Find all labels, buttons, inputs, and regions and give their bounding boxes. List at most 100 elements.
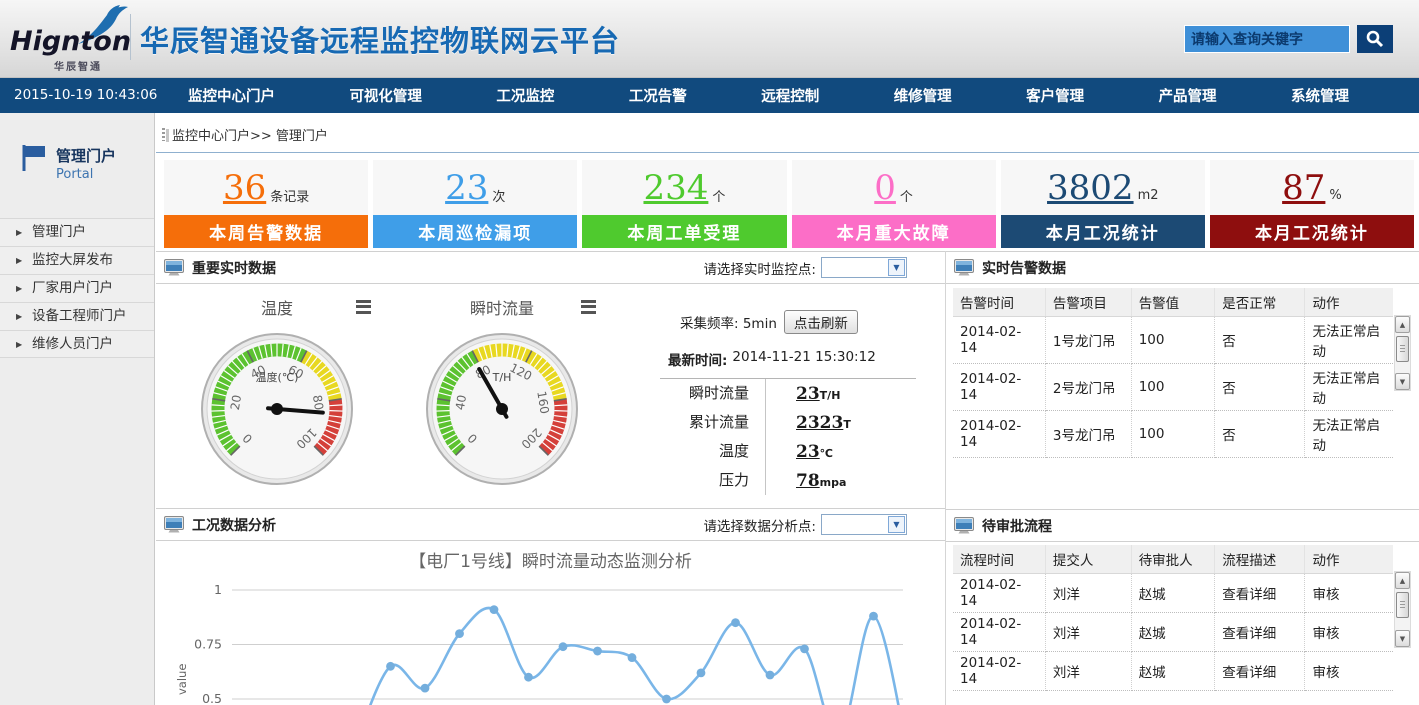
readings-list: 瞬时流量23T/H累计流量2323T温度23℃压力78mpa [660,379,916,495]
table-cell: 2014-02-14 [953,411,1045,458]
stat-card: 234个本周工单受理 [582,160,786,248]
alarms-table-scrollbar[interactable]: ▲ ▼ [1394,315,1411,391]
stats-row: 36条记录本周告警数据23次本周巡检漏项234个本周工单受理0个本月重大故障38… [164,160,1414,248]
stat-card: 23次本周巡检漏项 [373,160,577,248]
svg-text:0.75: 0.75 [194,637,222,652]
nav-item[interactable]: 产品管理 [1159,85,1217,106]
nav-item[interactable]: 系统管理 [1291,85,1349,106]
chart-menu-icon[interactable] [581,297,596,316]
realtime-readings-panel: 采集频率: 5min 点击刷新 最新时间: 2014-11-21 15:30:1… [660,310,916,495]
stat-card: 87%本月工况统计 [1210,160,1414,248]
section-title: 重要实时数据 [192,258,276,278]
chart-menu-icon[interactable] [356,297,371,316]
app-title: 华辰智通设备远程监控物联网云平台 [140,18,620,60]
table-cell: 否 [1215,364,1305,411]
sidebar-item[interactable]: ▶监控大屏发布 [0,246,154,274]
column-header: 动作 [1305,288,1393,317]
reading-value: 2323T [765,408,916,437]
scroll-down-button[interactable]: ▼ [1395,630,1410,647]
stat-card: 36条记录本周告警数据 [164,160,368,248]
sidebar-item[interactable]: ▶设备工程师门户 [0,302,154,330]
arrow-right-icon: ▶ [16,331,22,358]
stat-value-area: 23次 [373,160,577,215]
table-row: 2014-02-14刘洋赵城查看详细审核 [953,652,1393,691]
breadcrumb-row: 监控中心门户>> 管理门户 [162,125,328,144]
scroll-down-button[interactable]: ▼ [1395,373,1410,390]
stat-number-link[interactable]: 0 [874,171,896,205]
search-input[interactable] [1184,25,1350,53]
monitor-point-select[interactable]: ▼ [821,257,907,278]
gauge-title: 瞬时流量 [402,295,602,319]
table-cell: 刘洋 [1045,574,1131,613]
realtime-section-header: 重要实时数据 请选择实时监控点: ▼ [156,251,945,284]
latest-time-label: 最新时间: [668,349,727,369]
analysis-point-select[interactable]: ▼ [821,514,907,535]
breadcrumb[interactable]: 监控中心门户>> 管理门户 [172,125,328,144]
stat-unit: m2 [1138,188,1159,203]
reading-unit: T [843,418,851,431]
stat-number-link[interactable]: 23 [445,171,488,205]
nav-item[interactable]: 可视化管理 [349,85,422,106]
monitor-icon [954,259,974,276]
stat-label-bar: 本月工况统计 [1210,215,1414,248]
table-cell: 100 [1131,411,1215,458]
sidebar-item[interactable]: ▶ 管理门户 [0,218,154,246]
data-table: 流程时间提交人待审批人流程描述动作2014-02-14刘洋赵城查看详细审核201… [953,545,1393,691]
reading-label: 累计流量 [660,408,765,437]
table-cell: 1号龙门吊 [1045,317,1131,364]
stat-label-bar: 本周工单受理 [582,215,786,248]
nav-item[interactable]: 监控中心门户 [188,85,275,106]
arrow-right-icon: ▶ [16,247,22,274]
latest-time-value: 2014-11-21 15:30:12 [732,349,875,369]
svg-text:20: 20 [228,394,244,411]
table-row: 2014-02-142号龙门吊100否无法正常启动 [953,364,1393,411]
search-button[interactable] [1357,25,1393,53]
reading-unit: mpa [820,476,847,489]
nav-item[interactable]: 维修管理 [894,85,952,106]
action-link[interactable]: 审核 [1305,613,1393,652]
action-link[interactable]: 查看详细 [1215,574,1305,613]
reading-number: 2323 [796,413,843,433]
action-link[interactable]: 查看详细 [1215,652,1305,691]
arrow-right-icon: ▶ [16,303,22,330]
arrow-right-icon: ▶ [16,219,22,246]
nav-item[interactable]: 工况监控 [496,85,554,106]
action-link[interactable]: 审核 [1305,574,1393,613]
refresh-button[interactable]: 点击刷新 [784,310,858,334]
sidebar-item[interactable]: ▶厂家用户门户 [0,274,154,302]
scroll-thumb[interactable] [1396,592,1409,618]
stat-number-link[interactable]: 87 [1282,171,1325,205]
monitor-point-select-label: 请选择实时监控点: [703,258,816,278]
reading-number: 23 [796,442,820,462]
nav-item[interactable]: 工况告警 [629,85,687,106]
scroll-up-button[interactable]: ▲ [1395,572,1410,589]
sidebar-item[interactable]: ▶维修人员门户 [0,330,154,358]
stat-number-link[interactable]: 36 [223,171,266,205]
arrow-right-icon: ▶ [16,275,22,302]
breadcrumb-icon [162,128,165,141]
table-row: 2014-02-141号龙门吊100否无法正常启动 [953,317,1393,364]
reading-value: 23℃ [765,437,916,466]
table-cell: 2014-02-14 [953,613,1045,652]
action-link[interactable]: 查看详细 [1215,613,1305,652]
stat-number-link[interactable]: 3802 [1047,171,1134,205]
action-link[interactable]: 审核 [1305,652,1393,691]
sidebar-item-label: 管理门户 [32,224,86,240]
scroll-thumb[interactable] [1396,336,1409,362]
section-title: 待审批流程 [982,516,1052,536]
nav-item[interactable]: 远程控制 [761,85,819,106]
scroll-up-button[interactable]: ▲ [1395,316,1410,333]
svg-text:0.5: 0.5 [202,691,222,705]
approvals-table-scrollbar[interactable]: ▲ ▼ [1394,571,1411,648]
column-header: 告警值 [1131,288,1215,317]
chevron-down-icon: ▼ [888,259,905,276]
stat-value-area: 36条记录 [164,160,368,215]
svg-text:1: 1 [214,582,222,597]
nav-item[interactable]: 客户管理 [1026,85,1084,106]
alarms-table: 告警时间告警项目告警值是否正常动作2014-02-141号龙门吊100否无法正常… [953,288,1393,458]
reading-unit: ℃ [820,447,833,460]
stat-number-link[interactable]: 234 [643,171,708,205]
table-cell: 无法正常启动 [1305,411,1393,458]
column-header: 流程时间 [953,545,1045,574]
section-title: 实时告警数据 [982,258,1066,278]
